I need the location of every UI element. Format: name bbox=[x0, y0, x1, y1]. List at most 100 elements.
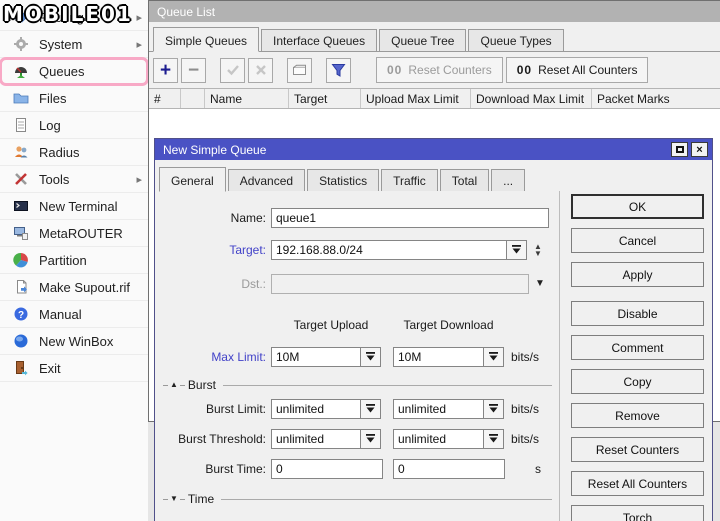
burst-threshold-upload-input[interactable] bbox=[271, 428, 361, 449]
column-header-upload-max-limit[interactable]: Upload Max Limit bbox=[361, 89, 471, 108]
dialog-titlebar[interactable]: New Simple Queue × bbox=[155, 139, 712, 160]
max-limit-unit: bits/s bbox=[511, 349, 540, 364]
pane-divider bbox=[559, 191, 560, 521]
close-button[interactable]: × bbox=[691, 142, 708, 157]
new-simple-queue-dialog: New Simple Queue × General Advanced Stat… bbox=[154, 138, 713, 521]
column-header-number[interactable]: # bbox=[149, 89, 181, 108]
add-button[interactable]: + bbox=[153, 57, 178, 83]
collapse-up-icon: ▲ bbox=[170, 380, 178, 389]
sidebar-item-metarouter[interactable]: MetaROUTER bbox=[0, 220, 148, 247]
disable-button-dialog[interactable]: Disable bbox=[571, 301, 704, 326]
sidebar-item-log[interactable]: Log bbox=[0, 112, 148, 139]
target-label: Target: bbox=[229, 242, 266, 257]
column-header-target[interactable]: Target bbox=[289, 89, 361, 108]
max-limit-upload-input[interactable] bbox=[271, 346, 361, 367]
tab-queue-types[interactable]: Queue Types bbox=[468, 29, 564, 51]
burst-limit-upload-dropdown[interactable] bbox=[361, 398, 381, 419]
torch-button[interactable]: Torch bbox=[571, 505, 704, 521]
enable-button[interactable] bbox=[220, 57, 245, 83]
plus-icon: + bbox=[159, 59, 172, 81]
sidebar-item-queues[interactable]: Queues bbox=[0, 57, 149, 86]
name-input[interactable] bbox=[271, 207, 549, 228]
svg-text:?: ? bbox=[18, 310, 24, 321]
dialog-button-column: OK Cancel Apply Disable Comment Copy Rem… bbox=[571, 194, 704, 521]
burst-time-download-input[interactable] bbox=[393, 458, 505, 479]
target-dropdown-button[interactable] bbox=[507, 239, 527, 260]
queue-list-titlebar[interactable]: Queue List bbox=[149, 1, 720, 22]
sidebar: Routing ▸ System ▸ Queues Files Log Radi… bbox=[0, 0, 149, 521]
max-limit-label: Max Limit: bbox=[211, 349, 266, 364]
queue-table-header: # Name Target Upload Max Limit Download … bbox=[149, 88, 720, 109]
burst-threshold-upload-dropdown[interactable] bbox=[361, 428, 381, 449]
dst-label: Dst.: bbox=[241, 276, 266, 291]
sidebar-item-label: Tools bbox=[39, 171, 70, 187]
tab-advanced[interactable]: Advanced bbox=[227, 169, 306, 191]
reset-counters-button-dialog[interactable]: Reset Counters bbox=[571, 437, 704, 462]
check-icon bbox=[226, 64, 240, 76]
reset-counters-button[interactable]: 00 Reset Counters bbox=[376, 57, 503, 83]
maximize-button[interactable] bbox=[671, 142, 688, 157]
remove-button-dialog[interactable]: Remove bbox=[571, 403, 704, 428]
sidebar-item-partition[interactable]: Partition bbox=[0, 247, 148, 274]
log-paper-icon bbox=[13, 117, 31, 133]
burst-section-label: Burst bbox=[187, 378, 216, 392]
dst-input bbox=[271, 273, 529, 294]
ok-button[interactable]: OK bbox=[571, 194, 704, 219]
comment-button[interactable] bbox=[287, 57, 312, 83]
reset-all-counters-button[interactable]: 00 Reset All Counters bbox=[505, 57, 649, 83]
tab-interface-queues[interactable]: Interface Queues bbox=[261, 29, 378, 51]
copy-button[interactable]: Copy bbox=[571, 369, 704, 394]
sidebar-item-make-supout[interactable]: Make Supout.rif bbox=[0, 274, 148, 301]
tab-traffic[interactable]: Traffic bbox=[381, 169, 438, 191]
queue-list-title: Queue List bbox=[157, 4, 216, 19]
tab-total[interactable]: Total bbox=[439, 169, 490, 191]
time-section-header[interactable]: ▼ Time bbox=[163, 492, 552, 506]
target-add-remove-spinner[interactable]: ▲ ▼ bbox=[531, 240, 545, 260]
max-limit-upload-dropdown[interactable] bbox=[361, 346, 381, 367]
users-icon bbox=[13, 144, 31, 160]
column-header-download-max-limit[interactable]: Download Max Limit bbox=[471, 89, 592, 108]
sidebar-item-new-winbox[interactable]: New WinBox bbox=[0, 328, 148, 355]
reset-all-counters-label: Reset All Counters bbox=[538, 63, 638, 77]
queues-gauge-icon bbox=[13, 63, 31, 79]
sidebar-item-exit[interactable]: Exit bbox=[0, 355, 148, 382]
column-header-flags[interactable] bbox=[181, 89, 205, 108]
dst-dropdown-caret-icon[interactable]: ▼ bbox=[535, 278, 545, 289]
cancel-button[interactable]: Cancel bbox=[571, 228, 704, 253]
close-icon: × bbox=[696, 143, 703, 156]
max-limit-download-input[interactable] bbox=[393, 346, 484, 367]
comment-button-dialog[interactable]: Comment bbox=[571, 335, 704, 360]
sidebar-item-tools[interactable]: Tools ▸ bbox=[0, 166, 148, 193]
tab-queue-tree[interactable]: Queue Tree bbox=[379, 29, 467, 51]
remove-button[interactable]: − bbox=[181, 57, 206, 83]
tab-more[interactable]: ... bbox=[491, 169, 526, 191]
supout-file-icon bbox=[13, 279, 31, 295]
tab-simple-queues[interactable]: Simple Queues bbox=[153, 27, 260, 52]
sidebar-item-new-terminal[interactable]: New Terminal bbox=[0, 193, 148, 220]
tab-general[interactable]: General bbox=[159, 167, 226, 192]
burst-threshold-download-dropdown[interactable] bbox=[484, 428, 504, 449]
submenu-arrow-icon: ▸ bbox=[136, 38, 142, 51]
sidebar-item-manual[interactable]: ? Manual bbox=[0, 301, 148, 328]
sidebar-item-system[interactable]: System ▸ bbox=[0, 31, 148, 58]
burst-threshold-download-input[interactable] bbox=[393, 428, 484, 449]
sidebar-item-label: System bbox=[39, 36, 83, 52]
column-header-packet-marks[interactable]: Packet Marks bbox=[592, 89, 720, 108]
column-header-name[interactable]: Name bbox=[205, 89, 289, 108]
dialog-tabbar: General Advanced Statistics Traffic Tota… bbox=[155, 161, 712, 192]
burst-limit-download-dropdown[interactable] bbox=[484, 398, 504, 419]
target-input[interactable] bbox=[271, 239, 507, 260]
burst-section-header[interactable]: ▲ Burst bbox=[163, 378, 552, 392]
filter-button[interactable] bbox=[326, 57, 351, 83]
apply-button[interactable]: Apply bbox=[571, 262, 704, 287]
max-limit-download-dropdown[interactable] bbox=[484, 346, 504, 367]
burst-limit-upload-input[interactable] bbox=[271, 398, 361, 419]
sidebar-item-radius[interactable]: Radius bbox=[0, 139, 148, 166]
disable-button[interactable] bbox=[248, 57, 273, 83]
sidebar-item-files[interactable]: Files bbox=[0, 85, 148, 112]
burst-time-upload-input[interactable] bbox=[271, 458, 383, 479]
reset-all-counters-button-dialog[interactable]: Reset All Counters bbox=[571, 471, 704, 496]
burst-limit-download-input[interactable] bbox=[393, 398, 484, 419]
sidebar-item-label: New Terminal bbox=[39, 198, 118, 214]
tab-statistics[interactable]: Statistics bbox=[307, 169, 380, 191]
